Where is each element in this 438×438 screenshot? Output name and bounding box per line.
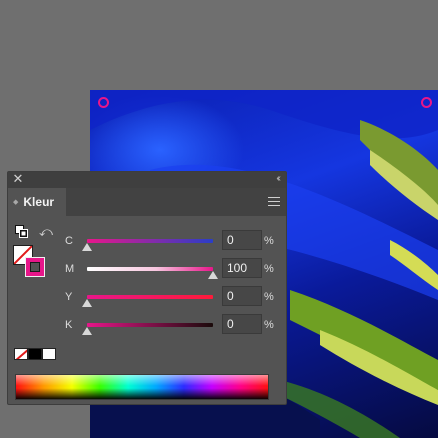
close-icon[interactable]: ✕ — [12, 172, 24, 185]
panel-menu-icon[interactable] — [268, 197, 280, 207]
percent-label-c: % — [264, 235, 274, 247]
color-spectrum-bar[interactable] — [15, 374, 269, 400]
slider-thumb-k[interactable] — [82, 327, 92, 335]
color-panel: ✕ ‹‹ ◆ Kleur ⤺ C % M % — [7, 171, 287, 405]
m-value-input[interactable] — [222, 258, 262, 278]
slider-track-k[interactable] — [87, 323, 213, 327]
slider-row-y: Y % — [8, 286, 288, 310]
collapse-panel-icon[interactable]: ‹‹ — [276, 173, 280, 184]
channel-label-y: Y — [65, 291, 73, 303]
slider-thumb-m[interactable] — [208, 271, 218, 279]
channel-label-m: M — [65, 263, 75, 275]
k-value-input[interactable] — [222, 314, 262, 334]
tab-label: Kleur — [23, 195, 55, 209]
white-swatch[interactable] — [42, 348, 56, 360]
panel-tab-bar: ◆ Kleur — [8, 188, 286, 216]
slider-track-c[interactable] — [87, 239, 213, 243]
percent-label-y: % — [264, 291, 274, 303]
black-swatch[interactable] — [28, 348, 42, 360]
slider-thumb-y[interactable] — [82, 299, 92, 307]
none-swatch[interactable] — [14, 348, 28, 360]
slider-row-k: K % — [8, 314, 288, 338]
channel-label-c: C — [65, 235, 73, 247]
y-value-input[interactable] — [222, 286, 262, 306]
tab-grip-icon: ◆ — [13, 199, 19, 206]
slider-row-m: M % — [8, 258, 288, 282]
slider-track-y[interactable] — [87, 295, 213, 299]
selection-handle-top-right[interactable] — [421, 97, 432, 108]
slider-row-c: C % — [8, 230, 288, 254]
channel-label-k: K — [65, 319, 73, 331]
slider-track-m[interactable] — [87, 267, 213, 271]
selection-handle-top-left[interactable] — [98, 97, 109, 108]
tab-kleur[interactable]: ◆ Kleur — [8, 188, 66, 216]
quick-swatches — [14, 348, 56, 360]
percent-label-m: % — [264, 263, 274, 275]
slider-thumb-c[interactable] — [82, 243, 92, 251]
none-slash-icon — [15, 349, 27, 359]
c-value-input[interactable] — [222, 230, 262, 250]
panel-title-strip: ✕ ‹‹ — [8, 172, 286, 188]
percent-label-k: % — [264, 319, 274, 331]
